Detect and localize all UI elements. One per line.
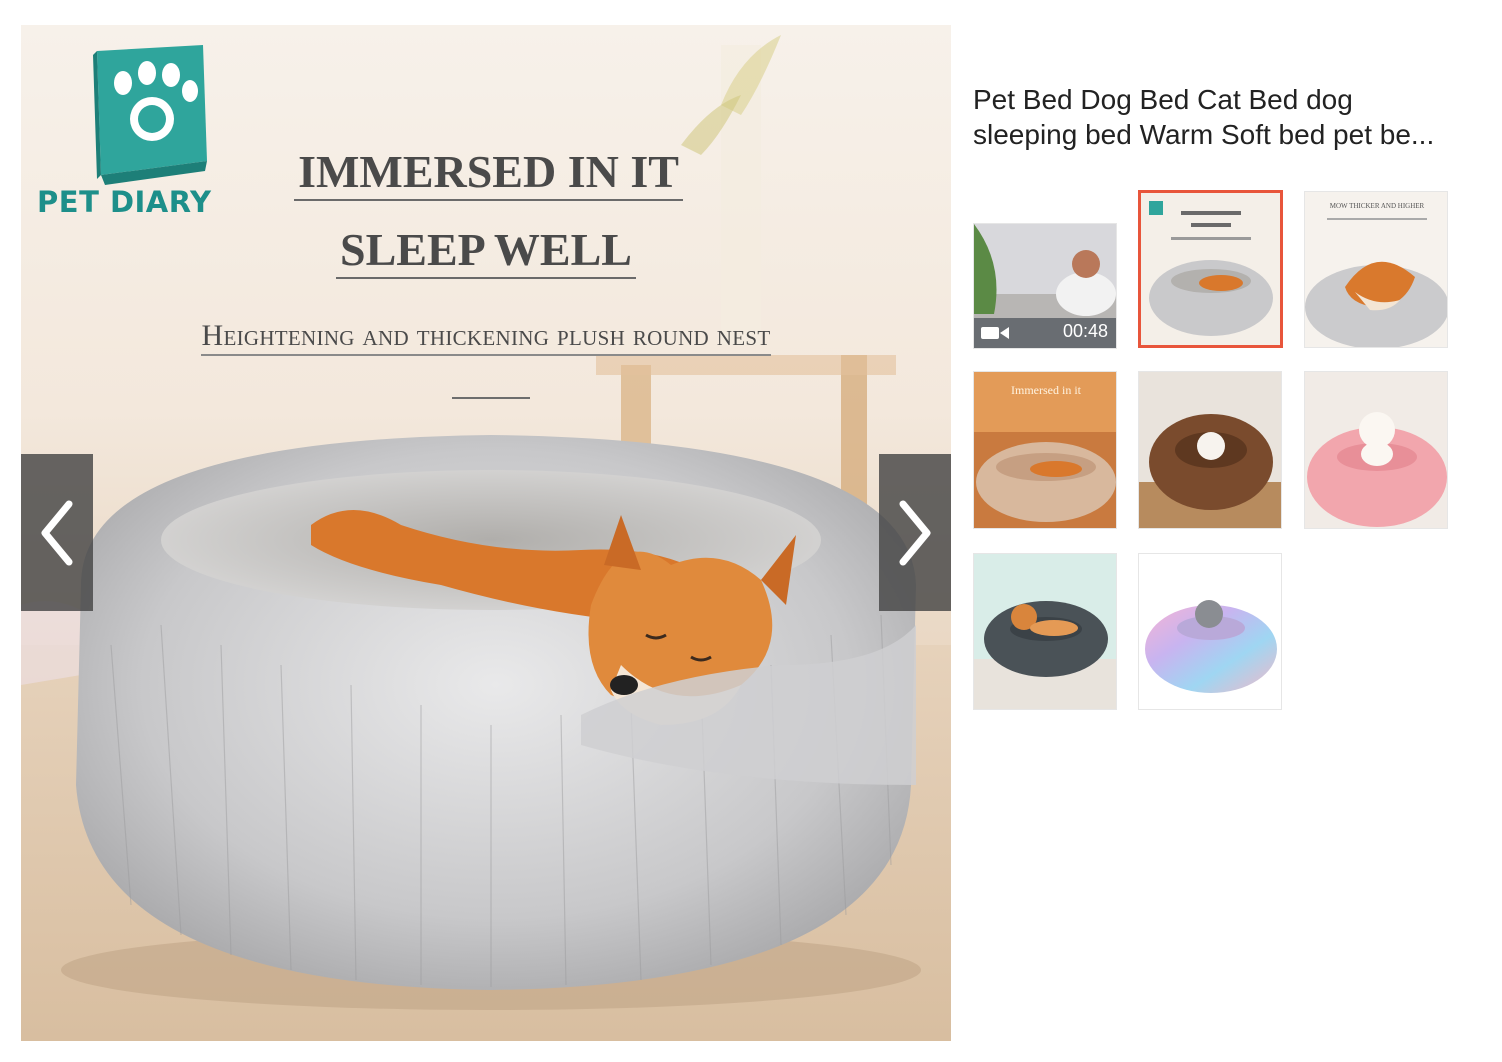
- headline-immersed: IMMERSED IN IT: [21, 145, 951, 201]
- product-title: Pet Bed Dog Bed Cat Bed dog sleeping bed…: [973, 82, 1483, 152]
- chevron-right-icon: [899, 500, 931, 565]
- previous-image-button[interactable]: [21, 454, 93, 611]
- thumbnail-7-image: [974, 554, 1116, 709]
- product-title-line-1: Pet Bed Dog Bed Cat Bed dog: [973, 84, 1353, 115]
- thumbnail-6[interactable]: [1304, 371, 1448, 529]
- thumbnail-4-image: Immersed in it: [974, 372, 1116, 528]
- thumbnail-4[interactable]: Immersed in it: [973, 371, 1117, 529]
- main-product-image[interactable]: PET DIARY IMMERSED IN IT SLEEP WELL Heig…: [21, 25, 951, 1041]
- next-image-button[interactable]: [879, 454, 951, 611]
- video-duration: 00:48: [1062, 321, 1108, 341]
- divider: [452, 397, 530, 399]
- thumbnail-3[interactable]: MOW THICKER AND HIGHER: [1304, 191, 1448, 348]
- product-title-line-2: sleeping bed Warm Soft bed pet be...: [973, 119, 1435, 150]
- thumbnail-3-image: MOW THICKER AND HIGHER: [1305, 192, 1447, 347]
- thumbnail-8[interactable]: [1138, 553, 1282, 710]
- thumbnail-5[interactable]: [1138, 371, 1282, 529]
- subline-text: Heightening and thickening plush round n…: [21, 319, 951, 356]
- thumbnail-8-image: [1139, 554, 1281, 709]
- thumbnail-2-image: [1141, 193, 1280, 345]
- thumbnail-video[interactable]: 00:48: [973, 223, 1117, 349]
- thumbnail-2-selected[interactable]: [1138, 190, 1283, 348]
- thumbnail-7[interactable]: [973, 553, 1117, 710]
- video-icon: [981, 327, 1009, 339]
- thumbnail-5-image: [1139, 372, 1281, 528]
- headline-sleep-well: SLEEP WELL: [21, 223, 951, 279]
- thumbnail-6-image: [1305, 372, 1447, 528]
- svg-text:Immersed in it: Immersed in it: [1011, 383, 1082, 397]
- svg-text:MOW THICKER AND HIGHER: MOW THICKER AND HIGHER: [1330, 202, 1425, 210]
- chevron-left-icon: [41, 500, 73, 565]
